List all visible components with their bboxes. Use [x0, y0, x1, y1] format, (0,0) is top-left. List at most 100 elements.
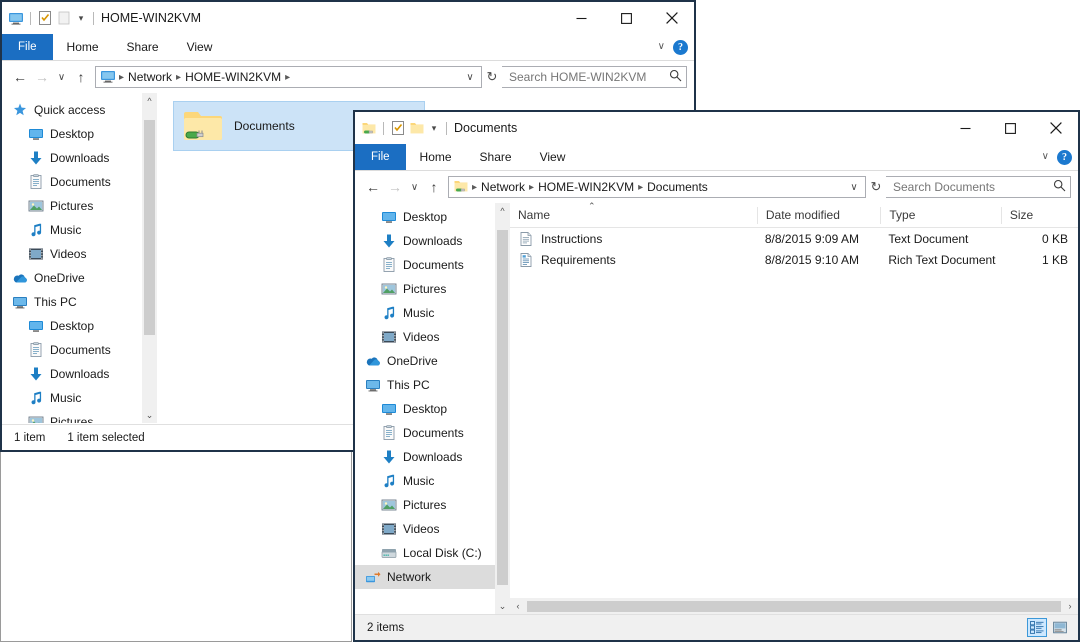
breadcrumb[interactable]: ▸ Network ▸ HOME-WIN2KVM ▸ Documents [471, 180, 847, 194]
scroll-down-arrow-icon[interactable]: ⌄ [495, 599, 510, 614]
sidebar-item-downloads[interactable]: Downloads [2, 146, 157, 170]
file-name-cell[interactable]: Requirements [510, 252, 757, 268]
address-dropdown-icon[interactable]: ∨ [847, 182, 861, 193]
refresh-button[interactable]: ↻ [482, 65, 502, 89]
minimize-button[interactable] [559, 2, 604, 34]
back-button[interactable]: ← [362, 175, 384, 199]
qat-dropdown-arrow[interactable]: ▾ [75, 12, 87, 24]
window2-address-row[interactable]: ← → ∨ ↑ ▸ Network ▸ HOME-WIN2KVM ▸ Docum… [355, 171, 1078, 203]
file-list[interactable]: Instructions 8/8/2015 9:09 AM Text Documen… [510, 228, 1078, 270]
column-header-type[interactable]: Type [880, 206, 1001, 224]
close-button[interactable] [649, 2, 694, 34]
scroll-up-arrow-icon[interactable]: ^ [495, 203, 510, 218]
sidebar-item-music[interactable]: Music [355, 301, 510, 325]
search-icon[interactable] [1053, 179, 1066, 195]
sidebar-item-music[interactable]: Music [355, 469, 510, 493]
sidebar-item-downloads[interactable]: Downloads [2, 362, 157, 386]
window1-ribbon-right[interactable]: ∨ ? [658, 34, 688, 60]
window1-nav-list[interactable]: Quick access Desktop Downloads Documents Pic… [2, 93, 157, 423]
computer-icon[interactable] [8, 10, 24, 26]
sidebar-item-downloads[interactable]: Downloads [355, 445, 510, 469]
minimize-button[interactable] [943, 112, 988, 144]
sidebar-item-onedrive[interactable]: OneDrive [355, 349, 510, 373]
window2-ribbon-right[interactable]: ∨ ? [1042, 144, 1072, 170]
sidebar-item-desktop[interactable]: Desktop [2, 314, 157, 338]
sidebar-item-videos[interactable]: Videos [355, 325, 510, 349]
scroll-left-arrow-icon[interactable]: ‹ [510, 598, 526, 614]
properties-icon[interactable] [390, 120, 406, 136]
horizontal-scrollbar[interactable]: ‹ › [510, 598, 1078, 614]
column-header-size[interactable]: Size [1000, 206, 1078, 224]
tab-home[interactable]: Home [53, 34, 113, 60]
properties-icon[interactable] [37, 10, 53, 26]
breadcrumb-network[interactable]: Network [125, 70, 175, 84]
sidebar-item-local-disk-c[interactable]: Local Disk (C:) [355, 541, 510, 565]
window2-navigation-pane[interactable]: Desktop Downloads Documents Pictures Music Vi… [355, 203, 510, 614]
sidebar-item-downloads[interactable]: Downloads [355, 229, 510, 253]
window1-caption-buttons[interactable] [559, 2, 694, 34]
chevron-down-icon[interactable]: ∨ [658, 42, 665, 52]
tab-share[interactable]: Share [113, 34, 173, 60]
column-header-name[interactable]: Name ⌃ [510, 201, 757, 224]
address-bar-controls[interactable]: ∨ [463, 72, 479, 83]
maximize-button[interactable] [988, 112, 1033, 144]
window1-titlebar[interactable]: ▾ HOME-WIN2KVM [2, 2, 694, 34]
chevron-down-icon[interactable]: ∨ [1042, 152, 1049, 162]
help-icon[interactable]: ? [673, 39, 688, 55]
address-dropdown-icon[interactable]: ∨ [463, 72, 477, 83]
navigation-pane-scrollbar[interactable]: ^ ⌄ [142, 93, 157, 423]
large-icons-view-button[interactable] [1050, 618, 1070, 637]
window1-navigation-pane[interactable]: Quick access Desktop Downloads Documents Pic… [2, 93, 157, 423]
table-row[interactable]: Instructions 8/8/2015 9:09 AM Text Documen… [510, 228, 1078, 249]
details-view-button[interactable] [1027, 618, 1047, 637]
address-bar[interactable]: ▸ Network ▸ HOME-WIN2KVM ▸ Documents ∨ [448, 176, 866, 198]
address-bar-controls[interactable]: ∨ [847, 182, 863, 193]
tab-file[interactable]: File [355, 144, 406, 170]
tab-home[interactable]: Home [406, 144, 466, 170]
table-row[interactable]: Requirements 8/8/2015 9:10 AM Rich Text Do… [510, 249, 1078, 270]
recent-locations-button[interactable]: ∨ [53, 65, 70, 89]
window2-nav-list[interactable]: Desktop Downloads Documents Pictures Music Vi… [355, 203, 510, 589]
search-input[interactable]: Search HOME-WIN2KVM [502, 66, 687, 88]
qat-dropdown-arrow[interactable]: ▾ [428, 122, 440, 134]
sidebar-item-this-pc[interactable]: This PC [2, 290, 157, 314]
file-name-cell[interactable]: Instructions [510, 231, 757, 247]
sidebar-item-videos[interactable]: Videos [355, 517, 510, 541]
sidebar-item-pictures[interactable]: Pictures [2, 410, 157, 423]
search-icon[interactable] [669, 69, 682, 85]
refresh-button[interactable]: ↻ [866, 175, 886, 199]
breadcrumb-home-win2kvm[interactable]: HOME-WIN2KVM [535, 180, 637, 194]
sidebar-item-music[interactable]: Music [2, 218, 157, 242]
window2-caption-buttons[interactable] [943, 112, 1078, 144]
breadcrumb-documents[interactable]: Documents [644, 180, 711, 194]
window2-ribbon-tabs[interactable]: File Home Share View ∨ ? [355, 144, 1078, 171]
sidebar-item-desktop[interactable]: Desktop [355, 397, 510, 421]
window2-titlebar[interactable]: ▾ Documents [355, 112, 1078, 144]
back-button[interactable]: ← [9, 65, 31, 89]
scroll-thumb[interactable] [144, 120, 155, 335]
search-input[interactable]: Search Documents [886, 176, 1071, 198]
scroll-up-arrow-icon[interactable]: ^ [142, 93, 157, 108]
sidebar-item-videos[interactable]: Videos [2, 242, 157, 266]
explorer-window-documents[interactable]: ▾ Documents File Home Share View ∨ ? ← → [353, 110, 1080, 642]
sidebar-item-music[interactable]: Music [2, 386, 157, 410]
view-mode-buttons[interactable] [1027, 618, 1078, 637]
sidebar-item-documents[interactable]: Documents [355, 253, 510, 277]
column-headers[interactable]: Name ⌃ Date modified Type Size [510, 201, 1078, 228]
sidebar-item-pictures[interactable]: Pictures [355, 277, 510, 301]
up-button[interactable]: ↑ [423, 175, 445, 199]
window2-content-pane[interactable]: Name ⌃ Date modified Type Size Instructions 8… [510, 201, 1078, 614]
scroll-right-arrow-icon[interactable]: › [1062, 598, 1078, 614]
address-bar[interactable]: ▸ Network ▸ HOME-WIN2KVM ▸ ∨ [95, 66, 482, 88]
breadcrumb[interactable]: ▸ Network ▸ HOME-WIN2KVM ▸ [118, 70, 463, 84]
sidebar-item-onedrive[interactable]: OneDrive [2, 266, 157, 290]
sidebar-item-quick-access[interactable]: Quick access [2, 98, 157, 122]
breadcrumb-network[interactable]: Network [478, 180, 528, 194]
help-icon[interactable]: ? [1057, 149, 1072, 165]
shared-folder-icon[interactable] [361, 120, 377, 136]
horizontal-scroll-thumb[interactable] [527, 600, 1061, 612]
breadcrumb-home-win2kvm[interactable]: HOME-WIN2KVM [182, 70, 284, 84]
sidebar-item-pictures[interactable]: Pictures [2, 194, 157, 218]
window1-address-row[interactable]: ← → ∨ ↑ ▸ Network ▸ HOME-WIN2KVM ▸ ∨ ↻ S… [2, 61, 694, 93]
tab-view[interactable]: View [173, 34, 227, 60]
